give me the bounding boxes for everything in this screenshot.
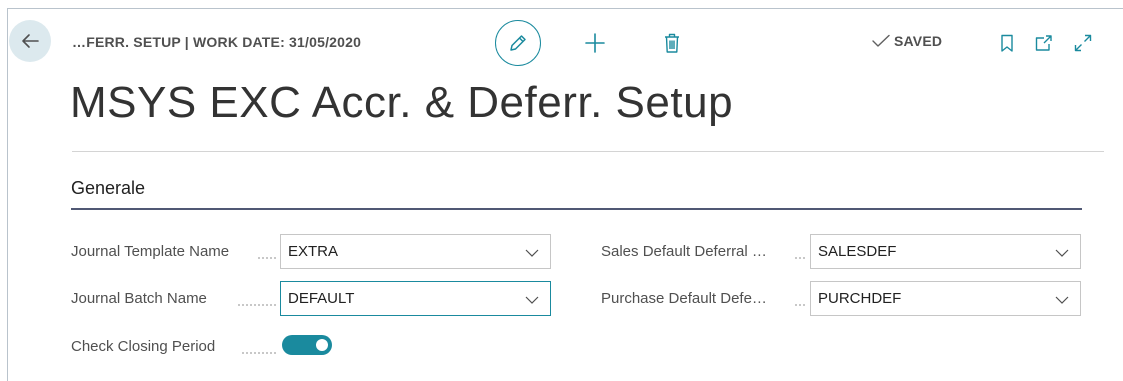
purchase-deferral-label: Purchase Default Defe… xyxy=(601,290,767,307)
sales-deferral-label: Sales Default Deferral … xyxy=(601,243,767,260)
open-new-window-icon xyxy=(1035,35,1052,51)
journal-batch-label: Journal Batch Name xyxy=(71,290,207,307)
check-icon xyxy=(872,34,890,47)
back-button[interactable] xyxy=(9,20,51,62)
saved-status: SAVED xyxy=(872,33,942,49)
title-divider xyxy=(72,151,1104,152)
bookmark-icon xyxy=(1001,34,1013,52)
saved-label: SAVED xyxy=(894,33,943,49)
toggle-knob xyxy=(316,339,328,351)
edit-button[interactable] xyxy=(495,20,541,66)
expand-icon xyxy=(1074,34,1092,52)
new-button[interactable] xyxy=(582,30,608,56)
open-new-window-button[interactable] xyxy=(1034,33,1054,53)
journal-template-value: EXTRA xyxy=(288,243,339,260)
page-frame xyxy=(7,8,1123,381)
journal-template-select[interactable]: EXTRA xyxy=(280,234,551,269)
section-header-generale[interactable]: Generale xyxy=(71,178,145,199)
purchase-deferral-value: PURCHDEF xyxy=(818,290,902,307)
label-dots xyxy=(258,257,276,259)
chevron-down-icon xyxy=(1055,249,1069,257)
check-closing-toggle[interactable] xyxy=(282,335,332,355)
back-arrow-icon xyxy=(22,34,39,48)
section-divider xyxy=(71,208,1082,210)
chevron-down-icon xyxy=(525,296,539,304)
label-dots xyxy=(795,304,805,306)
check-closing-label: Check Closing Period xyxy=(71,338,216,355)
purchase-deferral-select[interactable]: PURCHDEF xyxy=(810,281,1081,316)
sales-deferral-value: SALESDEF xyxy=(818,243,897,260)
sales-deferral-select[interactable]: SALESDEF xyxy=(810,234,1081,269)
plus-icon xyxy=(585,33,605,53)
label-dots xyxy=(238,304,276,306)
trash-icon xyxy=(665,33,679,53)
journal-batch-select[interactable]: DEFAULT xyxy=(280,281,551,316)
label-dots xyxy=(242,352,276,354)
chevron-down-icon xyxy=(525,249,539,257)
expand-button[interactable] xyxy=(1073,33,1093,53)
journal-template-label: Journal Template Name xyxy=(71,243,230,260)
page-title: MSYS EXC Accr. & Deferr. Setup xyxy=(70,78,734,127)
bookmark-button[interactable] xyxy=(997,33,1017,53)
chevron-down-icon xyxy=(1055,296,1069,304)
label-dots xyxy=(795,257,805,259)
journal-batch-value: DEFAULT xyxy=(288,290,355,307)
delete-button[interactable] xyxy=(660,30,684,56)
breadcrumb: …FERR. SETUP | WORK DATE: 31/05/2020 xyxy=(72,34,362,50)
pencil-icon xyxy=(510,35,526,51)
